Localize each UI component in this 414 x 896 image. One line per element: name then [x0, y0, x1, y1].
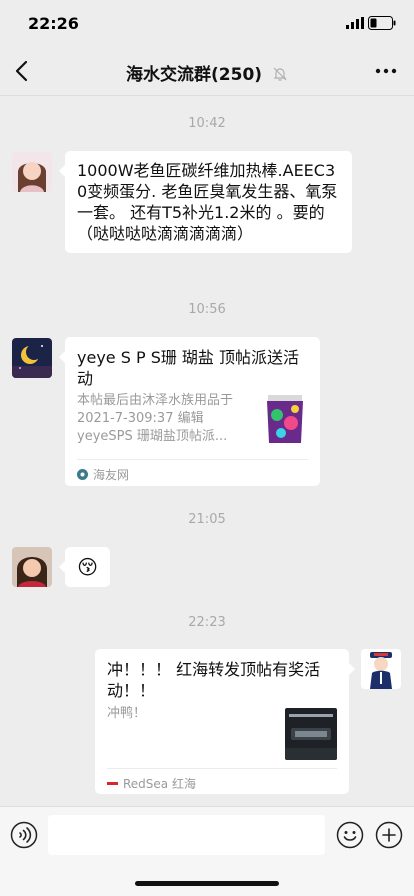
status-time: 22:26 — [28, 14, 79, 33]
battery-icon — [368, 16, 396, 30]
card-divider — [77, 459, 308, 460]
source-logo-icon — [107, 778, 118, 789]
emoji-icon[interactable] — [336, 821, 364, 849]
more-options-icon[interactable] — [374, 62, 398, 80]
sender-avatar[interactable] — [12, 152, 52, 192]
chat-title-group: 海水交流群(250) — [0, 60, 414, 85]
card-thumbnail — [285, 708, 337, 760]
message-text: 1000W老鱼匠碳纤维加热棒.AEEC30变频蛋分. 老鱼匠臭氧发生器、氧泵一套… — [77, 161, 338, 243]
card-title: 冲！！！ 红海转发顶帖有奖活动！！ — [107, 660, 321, 700]
source-logo-icon — [77, 469, 88, 480]
card-source: RedSea 红海 — [107, 775, 196, 792]
chat-input-bar — [0, 806, 414, 896]
message-timestamp: 22:23 — [188, 615, 226, 630]
message-input[interactable] — [48, 815, 325, 855]
card-divider — [107, 768, 337, 769]
emoji-sticker: 😚 — [77, 555, 98, 579]
add-attachment-icon[interactable] — [375, 821, 403, 849]
home-indicator[interactable] — [135, 881, 279, 886]
signal-icon — [346, 17, 364, 29]
sender-avatar[interactable] — [12, 338, 52, 378]
link-card[interactable]: 冲！！！ 红海转发顶帖有奖活动！！ 冲鸭！ RedSea 红海 — [95, 649, 355, 794]
card-description: 本帖最后由沐泽水族用品于 2021-7-309:37 编辑 yeyeSPS 珊瑚… — [77, 393, 234, 444]
own-avatar[interactable] — [361, 649, 401, 689]
message-timestamp: 10:56 — [188, 302, 226, 317]
card-description: 冲鸭！ — [107, 706, 147, 721]
sender-avatar[interactable] — [12, 547, 52, 587]
message-bubble[interactable]: 1000W老鱼匠碳纤维加热棒.AEEC30变频蛋分. 老鱼匠臭氧发生器、氧泵一套… — [59, 151, 352, 253]
card-source: 海友网 — [77, 466, 129, 483]
mute-bell-icon — [273, 67, 287, 81]
chat-title: 海水交流群(250) — [126, 65, 263, 85]
message-bubble[interactable]: 😚 — [59, 547, 110, 587]
card-source-name: 海友网 — [93, 468, 130, 482]
message-timestamp: 10:42 — [188, 116, 226, 131]
link-card[interactable]: yeye S P S珊 瑚盐 顶帖派送活动 本帖最后由沐泽水族用品于 2021-… — [59, 337, 320, 486]
card-title: yeye S P S珊 瑚盐 顶帖派送活动 — [77, 348, 300, 388]
nav-bar: 海水交流群(250) — [0, 46, 414, 96]
status-bar: 22:26 — [0, 0, 414, 46]
message-timestamp: 21:05 — [188, 512, 226, 527]
voice-input-icon[interactable] — [10, 821, 38, 849]
card-source-name: RedSea 红海 — [123, 777, 196, 791]
card-thumbnail — [261, 393, 309, 445]
